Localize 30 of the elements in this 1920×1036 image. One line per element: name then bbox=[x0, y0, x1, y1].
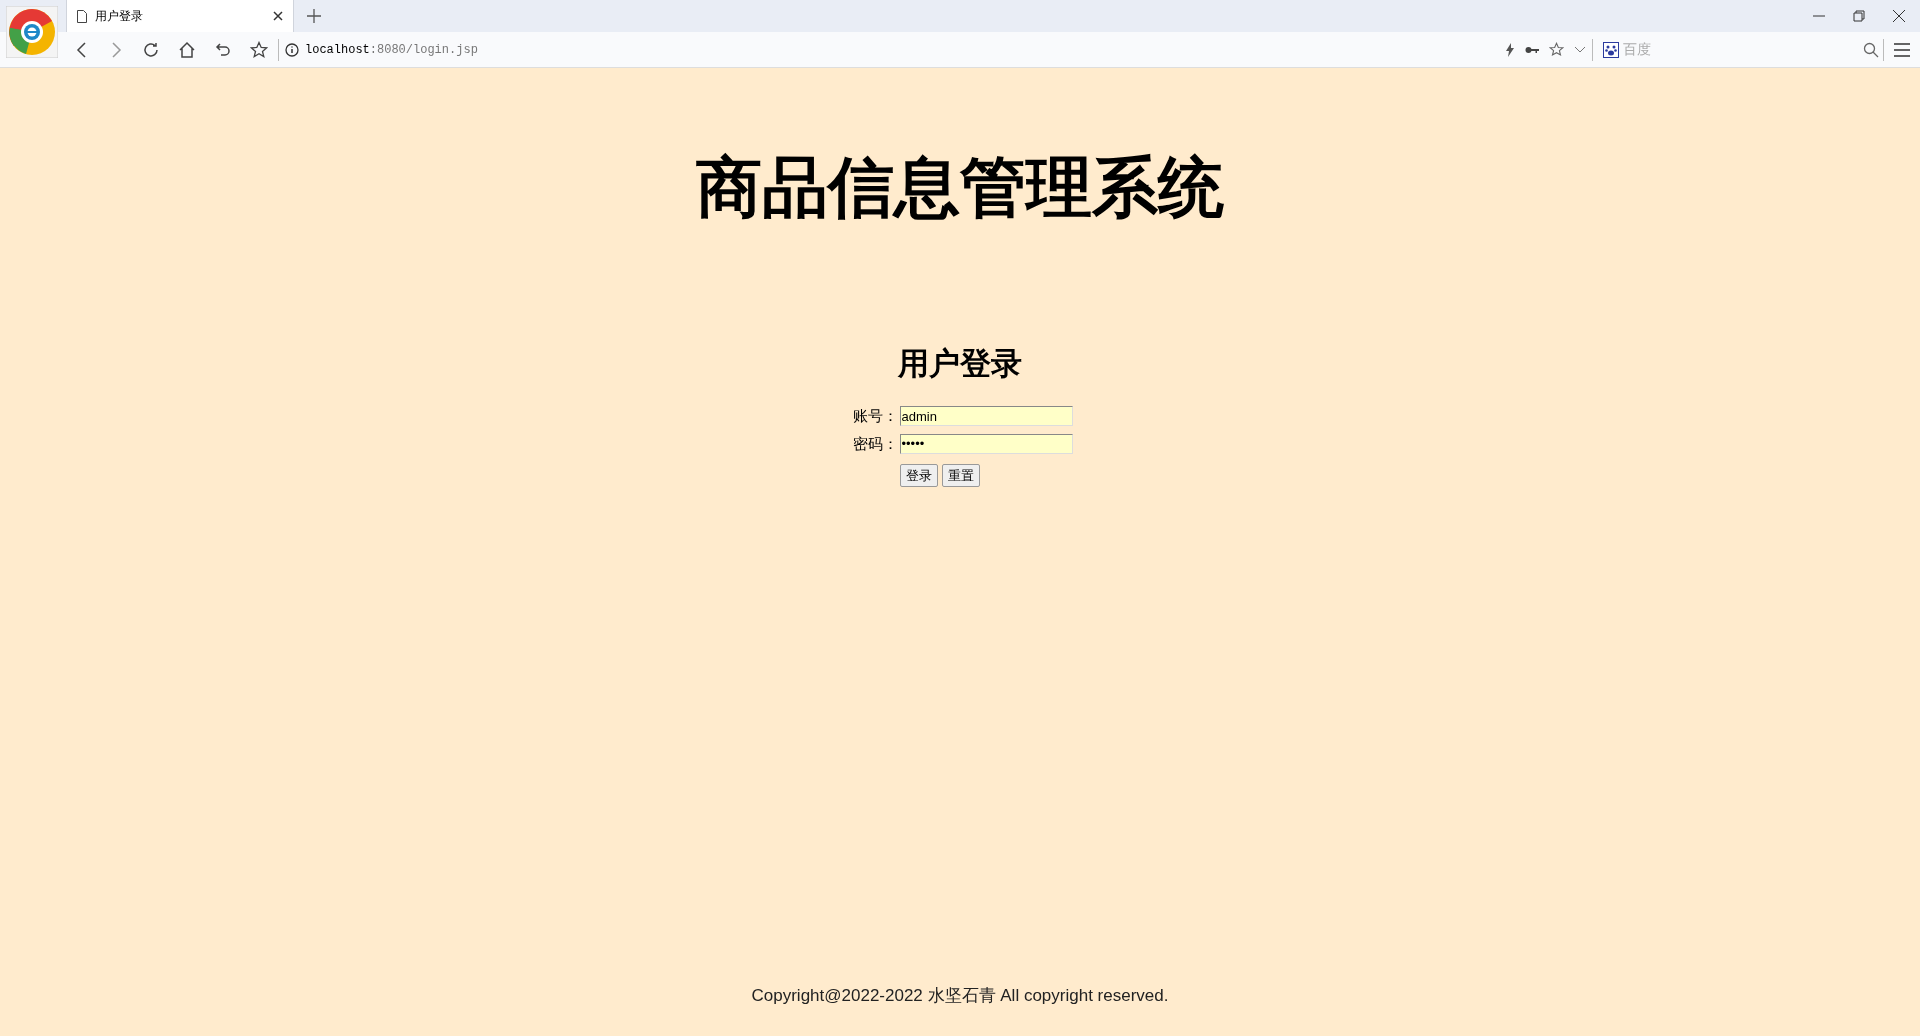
star-icon[interactable] bbox=[1549, 42, 1564, 57]
form-button[interactable]: 重置 bbox=[941, 464, 980, 487]
close-icon[interactable] bbox=[1892, 9, 1906, 23]
new-tab-icon[interactable] bbox=[307, 9, 321, 23]
page-icon bbox=[77, 9, 87, 23]
form-button[interactable]: 登录 bbox=[899, 464, 938, 487]
search-icon[interactable] bbox=[1863, 41, 1879, 58]
input-field[interactable]: ••••• bbox=[899, 433, 1073, 454]
chevron-down-icon[interactable] bbox=[1574, 45, 1586, 54]
star-icon[interactable] bbox=[250, 40, 268, 59]
field-label: 密码： bbox=[851, 433, 898, 454]
key-icon[interactable] bbox=[1525, 44, 1539, 55]
reload-icon[interactable] bbox=[142, 40, 160, 59]
search-field[interactable]: 百度 bbox=[1623, 39, 1863, 60]
info-icon[interactable] bbox=[285, 42, 299, 57]
close-icon[interactable] bbox=[273, 11, 283, 21]
input-field[interactable]: admin bbox=[899, 406, 1073, 427]
undo-icon[interactable] bbox=[214, 40, 232, 59]
browser-tab[interactable]: 用户登录 bbox=[66, 0, 294, 32]
menu-icon[interactable] bbox=[1894, 42, 1910, 57]
restore-icon[interactable] bbox=[1852, 9, 1866, 23]
field-label: 账号： bbox=[851, 406, 898, 426]
browser-logo-icon[interactable] bbox=[6, 6, 58, 58]
page-title: 商品信息管理系统 bbox=[696, 154, 1224, 220]
home-icon[interactable] bbox=[178, 40, 196, 59]
address-field[interactable]: localhost:8080/login.jsp bbox=[305, 40, 478, 59]
copyright-text: Copyright@2022-2022 水坚石青 All copyright reserved. bbox=[751, 984, 1169, 1007]
paw-icon[interactable] bbox=[1603, 41, 1619, 58]
lightning-icon[interactable] bbox=[1505, 42, 1515, 57]
login-heading: 用户登录 bbox=[898, 348, 1022, 379]
